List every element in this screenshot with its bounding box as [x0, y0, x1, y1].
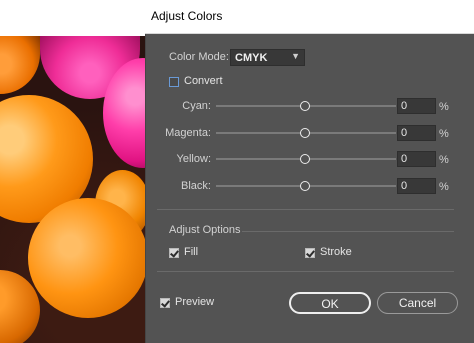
cancel-button[interactable]: Cancel	[377, 292, 458, 314]
heading-rule	[242, 231, 454, 232]
dialog-title: Adjust Colors	[151, 9, 223, 23]
cyan-slider-thumb[interactable]	[300, 101, 310, 111]
color-mode-label: Color Mode:	[169, 51, 229, 63]
orange-ball	[0, 34, 40, 94]
magenta-slider[interactable]	[216, 128, 396, 138]
stroke-checkbox[interactable]	[305, 248, 315, 258]
adjust-colors-dialog: Adjust Colors Color Mode: CMYK ▼ Convert…	[145, 0, 474, 343]
adjust-options-heading: Adjust Options	[169, 224, 241, 236]
section-divider	[157, 209, 454, 210]
magenta-value-input[interactable]: 0	[397, 125, 436, 141]
cyan-value-input[interactable]: 0	[397, 98, 436, 114]
yellow-slider[interactable]	[216, 154, 396, 164]
convert-checkbox[interactable]	[169, 77, 179, 87]
yellow-value-input[interactable]: 0	[397, 151, 436, 167]
yellow-slider-thumb[interactable]	[300, 154, 310, 164]
black-slider[interactable]	[216, 181, 396, 191]
chevron-down-icon: ▼	[291, 51, 300, 61]
cyan-slider[interactable]	[216, 101, 396, 111]
yellow-unit: %	[439, 154, 449, 166]
color-mode-value: CMYK	[235, 52, 268, 64]
fill-checkbox[interactable]	[169, 248, 179, 258]
yellow-label: Yellow:	[176, 153, 211, 165]
black-slider-thumb[interactable]	[300, 181, 310, 191]
cyan-label: Cyan:	[182, 100, 211, 112]
color-mode-select[interactable]: CMYK ▼	[230, 49, 305, 66]
preview-label[interactable]: Preview	[175, 296, 214, 308]
black-value-input[interactable]: 0	[397, 178, 436, 194]
magenta-slider-thumb[interactable]	[300, 128, 310, 138]
window-top-strip	[0, 0, 145, 36]
black-label: Black:	[181, 180, 211, 192]
bottom-divider	[157, 271, 454, 272]
canvas-image	[0, 0, 145, 343]
black-unit: %	[439, 181, 449, 193]
ok-button[interactable]: OK	[289, 292, 371, 314]
orange-ball	[28, 198, 145, 318]
dialog-titlebar[interactable]: Adjust Colors	[145, 0, 474, 34]
magenta-unit: %	[439, 128, 449, 140]
preview-checkbox[interactable]	[160, 298, 170, 308]
stroke-label[interactable]: Stroke	[320, 246, 352, 258]
convert-label[interactable]: Convert	[184, 75, 223, 87]
cyan-unit: %	[439, 101, 449, 113]
magenta-label: Magenta:	[165, 127, 211, 139]
fill-label[interactable]: Fill	[184, 246, 198, 258]
